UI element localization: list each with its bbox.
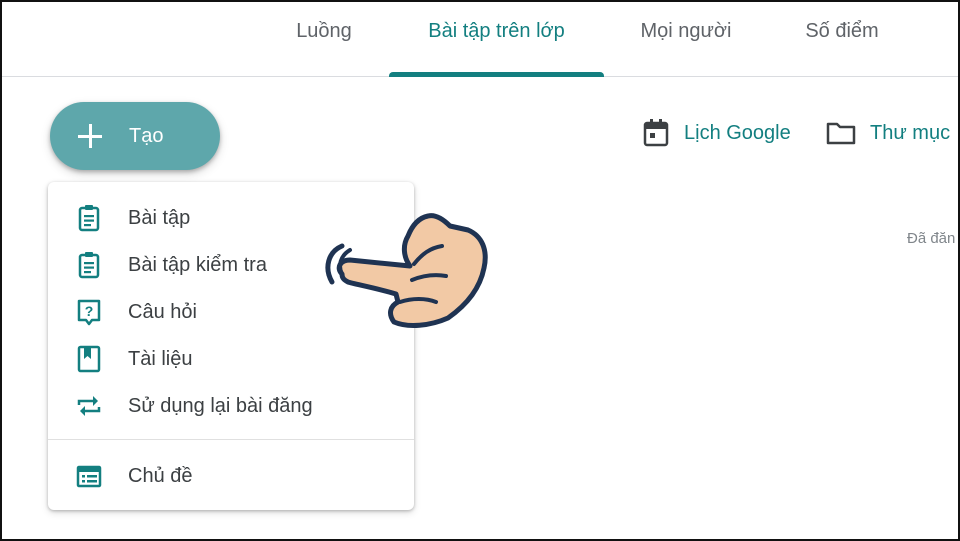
tab-label: Luồng xyxy=(296,20,352,42)
google-calendar-link[interactable]: Lịch Google xyxy=(642,118,791,148)
tab-people[interactable]: Mọi người xyxy=(626,2,746,76)
topic-icon xyxy=(76,465,102,488)
folder-icon xyxy=(826,122,856,145)
tab-grades[interactable]: Số điểm xyxy=(792,2,892,76)
posted-date-text: Đã đăn xyxy=(907,230,956,247)
tab-classwork[interactable]: Bài tập trên lớp xyxy=(389,2,604,77)
menu-item-label: Tài liệu xyxy=(128,348,193,370)
class-folder-link[interactable]: Thư mục xyxy=(826,118,950,148)
menu-item-material[interactable]: Tài liệu xyxy=(48,336,414,380)
question-icon: ? xyxy=(77,299,101,326)
material-icon xyxy=(77,345,101,373)
assignment-icon xyxy=(78,205,100,232)
tab-stream[interactable]: Luồng xyxy=(284,2,364,76)
tab-label: Số điểm xyxy=(805,20,879,42)
svg-text:?: ? xyxy=(85,303,94,319)
menu-item-label: Sử dụng lại bài đăng xyxy=(128,395,313,417)
menu-item-label: Chủ đề xyxy=(128,465,193,487)
top-tab-bar: Luồng Bài tập trên lớp Mọi người Số điểm xyxy=(2,2,958,77)
menu-item-label: Bài tập kiểm tra xyxy=(128,254,267,276)
menu-item-topic[interactable]: Chủ đề xyxy=(48,453,414,497)
reuse-icon xyxy=(77,396,101,416)
quiz-assignment-icon xyxy=(78,252,100,279)
folder-link-label: Thư mục xyxy=(870,121,951,144)
pointing-hand-icon xyxy=(325,213,488,328)
menu-item-reuse-post[interactable]: Sử dụng lại bài đăng xyxy=(48,383,414,427)
menu-item-label: Câu hỏi xyxy=(128,301,197,323)
create-button[interactable]: Tạo xyxy=(50,102,220,170)
calendar-icon xyxy=(643,119,669,147)
menu-item-label: Bài tập xyxy=(128,207,191,229)
calendar-link-label: Lịch Google xyxy=(684,121,791,144)
menu-divider xyxy=(48,439,414,440)
tab-label: Bài tập trên lớp xyxy=(428,20,565,42)
create-button-label: Tạo xyxy=(129,125,164,147)
tab-label: Mọi người xyxy=(640,20,732,42)
active-tab-indicator xyxy=(389,72,604,77)
plus-icon xyxy=(78,124,102,148)
